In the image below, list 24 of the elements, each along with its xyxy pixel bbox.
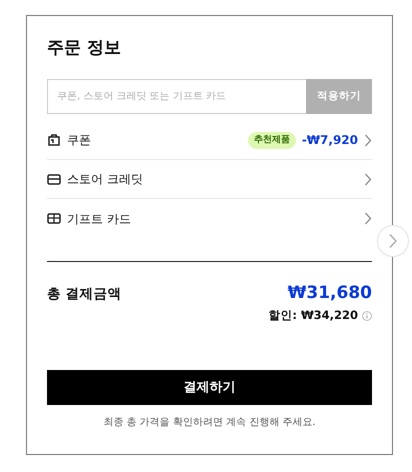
info-icon[interactable] [362,310,372,321]
discount-label: 할인: [268,307,297,324]
payment-option-row[interactable]: 기프트 카드 [47,199,372,238]
pay-button[interactable]: 결제하기 [47,370,372,406]
card-icon [47,174,61,185]
chevron-icon [364,212,372,226]
payment-option-row[interactable]: 스토어 크레딧 [47,160,372,200]
chevron-icon [388,233,398,249]
discount-total: ₩34,220 [300,307,358,324]
payment-option-row[interactable]: 쿠폰 추천제품 -₩7,920 [47,121,372,160]
chevron-icon [364,172,372,186]
chevron-icon [364,134,372,147]
total-label: 총 결제금액 [47,285,122,304]
discount-amount: -₩7,920 [302,132,358,150]
option-label: 쿠폰 [67,132,91,150]
title: 주문 정보 [47,38,122,58]
option-label: 기프트 카드 [67,210,131,228]
recommended-tag: 추천제품 [248,132,296,150]
total-amount: ₩31,680 [288,284,372,304]
gift-card-icon [47,213,61,224]
option-label: 스토어 크레딧 [67,171,143,188]
next-button[interactable] [377,225,409,257]
wallet-icon [47,134,61,146]
checkout-note: 최종 총 가격을 확인하려면 계속 진행해 주세요. [102,416,317,430]
